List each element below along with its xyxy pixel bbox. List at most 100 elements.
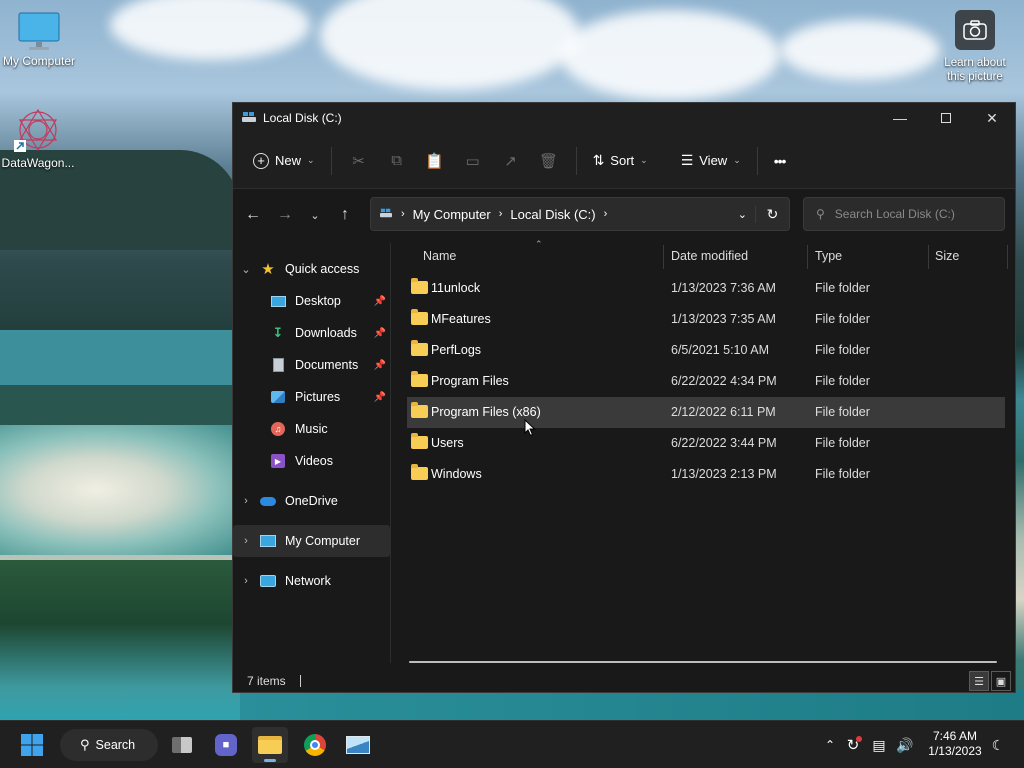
column-divider[interactable]: [928, 245, 929, 269]
documents-icon: [269, 357, 287, 373]
task-view-button[interactable]: [164, 727, 200, 763]
rename-icon[interactable]: ▭: [454, 146, 492, 176]
file-type: File folder: [815, 436, 870, 450]
chevron-down-icon[interactable]: ⌄: [233, 263, 259, 276]
more-options-button[interactable]: •••: [766, 147, 794, 175]
teams-chat-button[interactable]: ■: [208, 727, 244, 763]
chevron-right-icon[interactable]: ›: [233, 495, 259, 507]
pin-icon[interactable]: 📌: [374, 392, 386, 403]
column-header-date[interactable]: Date modified: [671, 249, 748, 263]
sidebar-item-label: OneDrive: [285, 494, 338, 508]
file-name: MFeatures: [431, 312, 491, 326]
taskbar-search[interactable]: ⚲ Search: [60, 729, 158, 761]
photos-button[interactable]: [340, 727, 376, 763]
status-bar: 7 items ☰ ▣: [233, 669, 1015, 693]
table-row[interactable]: Users 6/22/2022 3:44 PM File folder: [393, 428, 1015, 459]
search-field[interactable]: ⚲ Search Local Disk (C:): [803, 197, 1005, 231]
paste-icon[interactable]: 📋: [416, 146, 454, 176]
maximize-button[interactable]: [923, 103, 969, 133]
minimize-button[interactable]: —: [877, 103, 923, 133]
chevron-right-icon[interactable]: ›: [233, 535, 259, 547]
sort-icon: ⇅: [592, 152, 605, 168]
recent-locations-button[interactable]: ⌄: [301, 199, 329, 231]
chrome-button[interactable]: [297, 727, 333, 763]
forward-button[interactable]: →: [269, 199, 301, 231]
pin-icon[interactable]: 📌: [374, 328, 386, 339]
file-date: 1/13/2023 7:36 AM: [671, 281, 776, 295]
view-button[interactable]: ☰ View ⌄: [673, 146, 749, 175]
chevron-right-icon[interactable]: ›: [233, 575, 259, 587]
sidebar-item-desktop[interactable]: Desktop 📌: [233, 285, 390, 317]
copy-icon[interactable]: ⧉: [378, 146, 416, 176]
sidebar-item-documents[interactable]: Documents 📌: [233, 349, 390, 381]
sidebar-item-label: My Computer: [285, 534, 361, 548]
folder-icon: [411, 402, 428, 418]
table-row[interactable]: 11unlock 1/13/2023 7:36 AM File folder: [393, 273, 1015, 304]
share-icon[interactable]: ↗: [492, 146, 530, 176]
folder-icon: [411, 340, 428, 356]
new-label: New: [275, 153, 302, 168]
cut-icon[interactable]: ✂: [340, 146, 378, 176]
sidebar-item-label: Downloads: [295, 326, 357, 340]
sidebar-item-videos[interactable]: ▶ Videos: [233, 445, 390, 477]
desktop-icon-my-computer[interactable]: My Computer: [1, 12, 77, 68]
network-tray-icon[interactable]: ▤: [866, 737, 892, 754]
back-button[interactable]: ←: [237, 199, 269, 231]
chevron-down-icon: ⌄: [733, 155, 741, 165]
volume-icon[interactable]: 🔊: [892, 737, 918, 754]
close-button[interactable]: ✕: [969, 103, 1015, 133]
table-row[interactable]: Windows 1/13/2023 2:13 PM File folder: [393, 459, 1015, 490]
sidebar-item-network[interactable]: › Network: [233, 565, 390, 597]
file-explorer-taskbar-button[interactable]: [252, 727, 288, 763]
breadcrumb-my-computer[interactable]: My Computer: [413, 207, 491, 222]
table-row[interactable]: PerfLogs 6/5/2021 5:10 AM File folder: [393, 335, 1015, 366]
sidebar-item-label: Documents: [295, 358, 359, 372]
table-row[interactable]: MFeatures 1/13/2023 7:35 AM File folder: [393, 304, 1015, 335]
column-header-name[interactable]: Name: [423, 249, 456, 263]
sidebar-item-pictures[interactable]: Pictures 📌: [233, 381, 390, 413]
folder-icon: [411, 371, 428, 387]
table-row[interactable]: Program Files 6/22/2022 4:34 PM File fol…: [393, 366, 1015, 397]
clock-date: 1/13/2023: [928, 744, 982, 758]
new-button[interactable]: + New ⌄: [245, 147, 323, 175]
plus-circle-icon: +: [253, 152, 269, 169]
notification-moon-icon[interactable]: ☾: [986, 737, 1010, 754]
sort-label: Sort: [610, 153, 635, 168]
refresh-icon[interactable]: ↻: [755, 205, 789, 223]
address-bar[interactable]: › My Computer › Local Disk (C:) › ⌄ ↻: [370, 197, 790, 231]
videos-icon: ▶: [269, 453, 287, 469]
desktop-icon-label: My Computer: [2, 54, 76, 68]
chrome-icon: [304, 734, 326, 756]
address-dropdown-icon[interactable]: ⌄: [738, 208, 747, 221]
clock[interactable]: 7:46 AM 1/13/2023: [922, 729, 988, 759]
desktop-icon-datawagon[interactable]: DataWagon...: [0, 106, 76, 170]
chevron-up-icon[interactable]: ⌃: [820, 738, 840, 752]
learn-about-picture[interactable]: Learn about this picture: [940, 10, 1010, 84]
sidebar-item-my-computer[interactable]: › My Computer: [233, 525, 390, 557]
column-header-row: ⌃ Name Date modified Type Size: [393, 239, 1015, 271]
table-row[interactable]: Program Files (x86) 2/12/2022 6:11 PM Fi…: [407, 397, 1005, 428]
start-button[interactable]: [14, 727, 50, 763]
sort-button[interactable]: ⇅ Sort ⌄: [585, 146, 656, 175]
horizontal-scrollbar[interactable]: [409, 661, 997, 663]
sidebar-item-downloads[interactable]: ↧ Downloads 📌: [233, 317, 390, 349]
column-header-type[interactable]: Type: [815, 249, 842, 263]
sidebar-item-music[interactable]: ♫ Music: [233, 413, 390, 445]
column-divider[interactable]: [807, 245, 808, 269]
sync-icon[interactable]: ↻: [840, 736, 866, 754]
title-bar[interactable]: Local Disk (C:) — ✕: [233, 103, 1015, 133]
up-button[interactable]: ↑: [329, 199, 361, 231]
breadcrumb-local-disk[interactable]: Local Disk (C:): [510, 207, 595, 222]
sidebar-item-onedrive[interactable]: › OneDrive: [233, 485, 390, 517]
column-header-size[interactable]: Size: [935, 249, 959, 263]
column-divider[interactable]: [1007, 245, 1008, 269]
details-view-button[interactable]: ☰: [969, 671, 989, 691]
file-name: 11unlock: [431, 281, 481, 295]
tiles-view-button[interactable]: ▣: [991, 671, 1011, 691]
column-divider[interactable]: [663, 245, 664, 269]
status-divider: [299, 675, 301, 687]
pin-icon[interactable]: 📌: [374, 360, 386, 371]
delete-icon[interactable]: 🗑: [530, 146, 568, 176]
sidebar-item-quick-access[interactable]: ⌄ ★ Quick access: [233, 253, 390, 285]
pin-icon[interactable]: 📌: [374, 296, 386, 307]
